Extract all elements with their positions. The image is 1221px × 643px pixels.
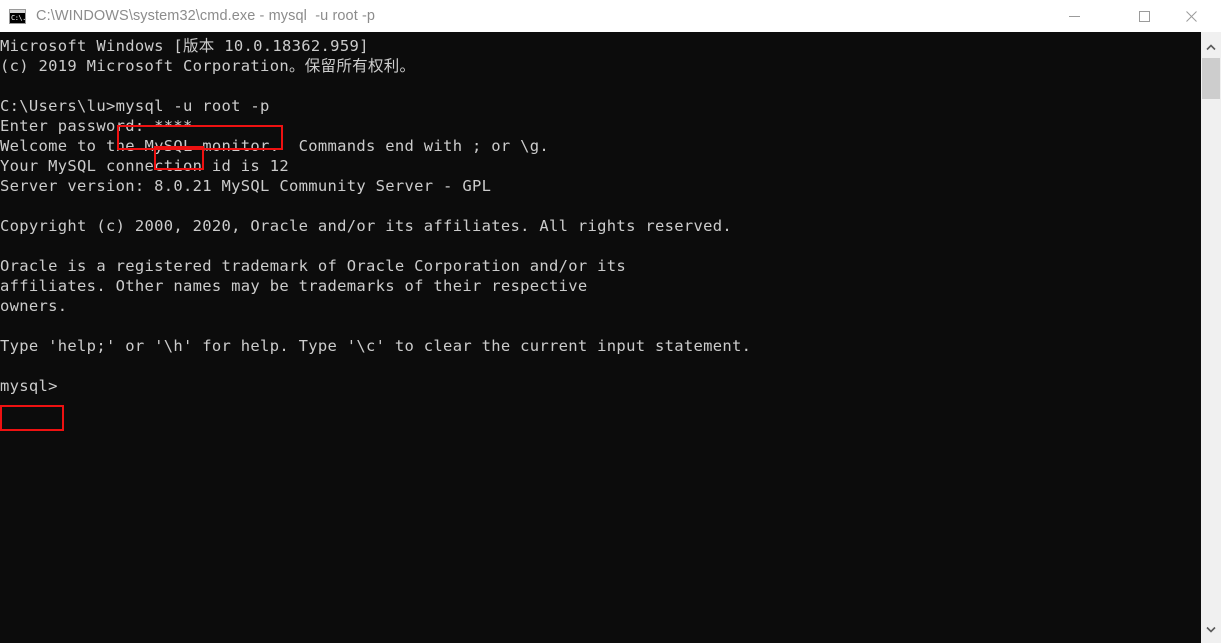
minimize-button[interactable]: [1051, 0, 1097, 32]
console-text: Microsoft Windows [版本 10.0.18362.959] (c…: [0, 37, 752, 395]
icon-prompt-glyph: C:\.: [10, 12, 25, 23]
console-output-area[interactable]: Microsoft Windows [版本 10.0.18362.959] (c…: [0, 32, 1201, 643]
cmd-console-icon: C:\.: [9, 8, 26, 24]
vertical-scrollbar[interactable]: [1201, 32, 1221, 643]
cmd-window: C:\. C:\WINDOWS\system32\cmd.exe - mysql…: [0, 0, 1221, 643]
maximize-button[interactable]: [1121, 0, 1167, 32]
scrollbar-thumb[interactable]: [1202, 58, 1220, 99]
chevron-down-icon[interactable]: [1201, 618, 1221, 640]
titlebar[interactable]: C:\. C:\WINDOWS\system32\cmd.exe - mysql…: [0, 0, 1221, 32]
window-title: C:\WINDOWS\system32\cmd.exe - mysql -u r…: [36, 8, 376, 24]
close-button[interactable]: [1168, 0, 1214, 32]
chevron-up-icon[interactable]: [1201, 36, 1221, 58]
annotation-box-prompt: [0, 405, 64, 431]
